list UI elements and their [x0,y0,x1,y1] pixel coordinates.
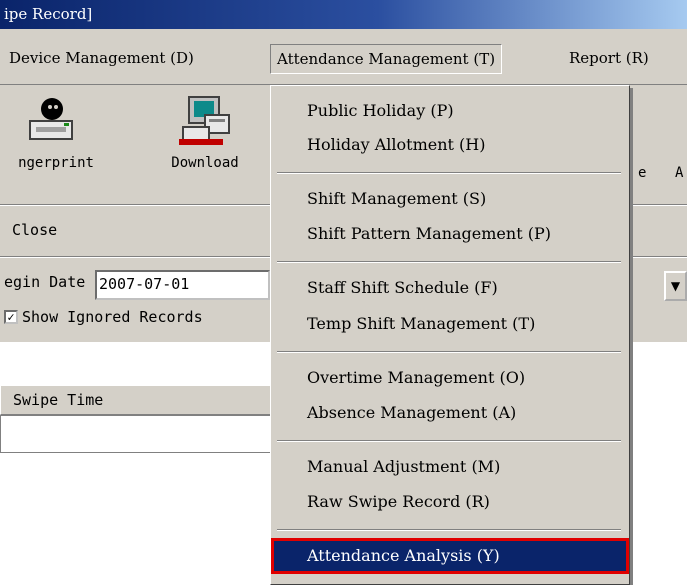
download-computer-icon [175,95,235,147]
partial-toolbar-label-1[interactable]: e [638,165,646,181]
menu-separator [277,440,621,442]
menu-item-shift-pattern-management[interactable]: Shift Pattern Management (P) [271,219,629,249]
window-title-bar: ipe Record] [0,0,687,29]
partial-toolbar-label-2[interactable]: A [675,165,683,181]
menu-item-manual-adjustment[interactable]: Manual Adjustment (M) [271,452,629,482]
chevron-down-icon: ▼ [670,279,681,293]
menu-separator [277,351,621,353]
begin-date-input[interactable]: 2007-07-01 [95,270,270,300]
menu-item-holiday-allotment[interactable]: Holiday Allotment (H) [271,130,629,160]
menu-item-temp-shift-management[interactable]: Temp Shift Management (T) [271,309,629,339]
table-row[interactable] [0,415,280,453]
combo-dropdown-button[interactable]: ▼ [664,271,687,301]
menu-item-shift-management[interactable]: Shift Management (S) [271,184,629,214]
menu-separator [277,529,621,531]
download-label: Download [171,155,239,171]
close-button[interactable]: Close [12,221,57,239]
menu-separator [277,261,621,263]
menu-item-attendance-analysis[interactable]: Attendance Analysis (Y) [271,538,629,574]
menu-item-absence-management[interactable]: Absence Management (A) [271,398,629,428]
show-ignored-label: Show Ignored Records [22,308,203,326]
show-ignored-checkbox[interactable]: ✓ [4,310,18,324]
menu-attendance-management[interactable]: Attendance Management (T) [270,44,503,74]
menu-bar: Device Management (D) Attendance Managem… [0,29,687,85]
grid-header-swipe-time[interactable]: Swipe Time [0,385,280,415]
begin-date-label: egin Date [4,273,86,291]
fingerprint-button[interactable]: ngerprint [6,95,106,171]
menu-item-overtime-management[interactable]: Overtime Management (O) [271,363,629,393]
menu-item-public-holiday[interactable]: Public Holiday (P) [271,96,629,126]
menu-device-management[interactable]: Device Management (D) [3,44,200,72]
menu-report[interactable]: Report (R) [563,44,655,72]
download-button[interactable]: Download [150,95,260,171]
menu-item-raw-swipe-record[interactable]: Raw Swipe Record (R) [271,487,629,517]
fingerprint-icon [26,95,86,147]
menu-separator [277,172,621,174]
menu-item-staff-shift-schedule[interactable]: Staff Shift Schedule (F) [271,273,629,303]
fingerprint-label: ngerprint [18,155,94,171]
attendance-management-dropdown: Public Holiday (P) Holiday Allotment (H)… [270,85,630,585]
window-title: ipe Record] [4,5,93,23]
